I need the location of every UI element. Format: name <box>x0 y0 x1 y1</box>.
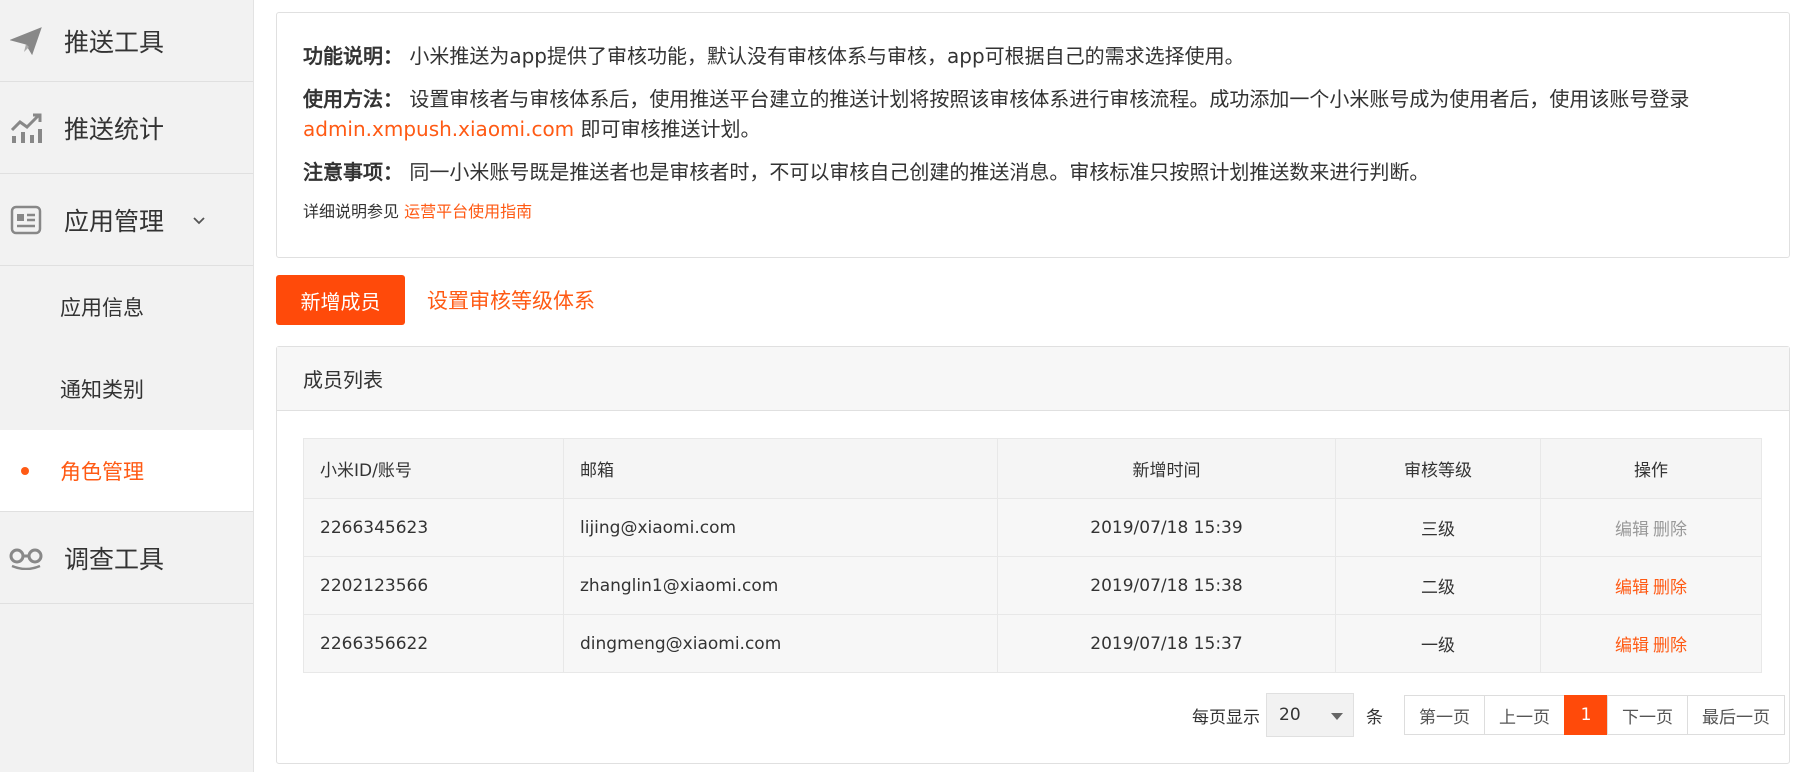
delete-button[interactable]: 删除 <box>1653 578 1687 598</box>
active-dot-icon <box>21 467 29 475</box>
row-actions: 编辑 删除 <box>1540 498 1762 557</box>
info-box: 功能说明： 小米推送为app提供了审核功能，默认没有审核体系与审核，app可根据… <box>276 12 1790 258</box>
member-id: 2266356622 <box>303 614 564 673</box>
nav-label: 推送工具 <box>64 27 165 57</box>
delete-button[interactable]: 删除 <box>1653 636 1687 656</box>
main-content: 功能说明： 小米推送为app提供了审核功能，默认没有审核体系与审核，app可根据… <box>254 0 1793 772</box>
usage-text: 设置审核者与审核体系后，使用推送平台建立的推送计划将按照该审核体系进行审核流程。… <box>409 87 1690 111</box>
sub-label: 通知类别 <box>60 378 144 402</box>
function-title: 功能说明： <box>303 44 403 68</box>
per-page-label: 每页显示 <box>1192 707 1260 728</box>
per-page-value: 20 <box>1279 705 1301 725</box>
add-member-button[interactable]: 新增成员 <box>276 275 405 325</box>
member-list-panel: 成员列表 小米ID/账号 邮箱 新增时间 审核等级 操作 2266345623 … <box>276 346 1790 764</box>
member-id: 2202123566 <box>303 556 564 615</box>
member-added-time: 2019/07/18 15:37 <box>997 614 1336 673</box>
sub-label: 角色管理 <box>60 459 144 484</box>
nav-label: 应用管理 <box>64 206 165 236</box>
survey-icon <box>4 536 48 580</box>
pagination: 每页显示 20 条 第一页 上一页 1 下一页 最后一页 <box>1192 693 1785 737</box>
per-page-unit: 条 <box>1366 707 1383 728</box>
member-level: 一级 <box>1335 614 1541 673</box>
stats-icon <box>4 106 48 150</box>
nav-item-push-tool[interactable]: 推送工具 <box>0 0 253 82</box>
member-email: zhanglin1@xiaomi.com <box>563 556 998 615</box>
detail-prefix: 详细说明参见 <box>303 202 405 221</box>
admin-link[interactable]: admin.xmpush.xiaomi.com <box>303 117 574 141</box>
panel-title: 成员列表 <box>277 347 1789 411</box>
table-row: 2266356622 dingmeng@xiaomi.com 2019/07/1… <box>303 614 1762 673</box>
function-text: 小米推送为app提供了审核功能，默认没有审核体系与审核，app可根据自己的需求选… <box>409 44 1245 68</box>
next-page-button[interactable]: 下一页 <box>1607 695 1688 735</box>
guide-link[interactable]: 运营平台使用指南 <box>404 202 532 221</box>
column-header: 小米ID/账号 <box>303 438 564 499</box>
member-added-time: 2019/07/18 15:38 <box>997 556 1336 615</box>
nav-label: 推送统计 <box>64 114 165 144</box>
usage-tail: 即可审核推送计划。 <box>574 117 761 141</box>
usage-title: 使用方法： <box>303 87 403 111</box>
member-added-time: 2019/07/18 15:39 <box>997 498 1336 557</box>
sidebar: 推送工具 推送统计 应用管理 应用信息 通知类别 角色管理 调查工具 <box>0 0 254 772</box>
table-row: 2202123566 zhanglin1@xiaomi.com 2019/07/… <box>303 556 1762 615</box>
column-header: 邮箱 <box>563 438 998 499</box>
note-text: 同一小米账号既是推送者也是审核者时，不可以审核自己创建的推送消息。审核标准只按照… <box>409 160 1430 184</box>
prev-page-button[interactable]: 上一页 <box>1484 695 1565 735</box>
detail-hint: 详细说明参见 运营平台使用指南 <box>303 198 1763 222</box>
delete-button[interactable]: 删除 <box>1653 520 1687 540</box>
first-page-button[interactable]: 第一页 <box>1404 695 1485 735</box>
dropdown-arrow-icon <box>1331 713 1343 720</box>
nav-item-survey-tool[interactable]: 调查工具 <box>0 512 253 604</box>
nav-item-push-stats[interactable]: 推送统计 <box>0 82 253 174</box>
column-header: 审核等级 <box>1335 438 1541 499</box>
chevron-down-icon <box>192 213 206 227</box>
usage-description: 使用方法： 设置审核者与审核体系后，使用推送平台建立的推送计划将按照该审核体系进… <box>303 84 1763 144</box>
per-page-select[interactable]: 20 <box>1266 693 1354 737</box>
column-header: 新增时间 <box>997 438 1336 499</box>
sub-label: 应用信息 <box>60 296 144 320</box>
nav-label: 调查工具 <box>64 544 165 574</box>
edit-button[interactable]: 编辑 <box>1615 578 1649 598</box>
sidebar-item-app-info[interactable]: 应用信息 <box>0 266 253 348</box>
member-email: lijing@xiaomi.com <box>563 498 998 557</box>
function-description: 功能说明： 小米推送为app提供了审核功能，默认没有审核体系与审核，app可根据… <box>303 41 1763 71</box>
sidebar-item-role-management[interactable]: 角色管理 <box>0 430 253 512</box>
nav-item-app-management[interactable]: 应用管理 <box>0 174 253 266</box>
table-row: 2266345623 lijing@xiaomi.com 2019/07/18 … <box>303 498 1762 557</box>
send-icon <box>4 19 48 63</box>
member-email: dingmeng@xiaomi.com <box>563 614 998 673</box>
last-page-button[interactable]: 最后一页 <box>1687 695 1785 735</box>
member-id: 2266345623 <box>303 498 564 557</box>
app-card-icon <box>4 198 48 242</box>
row-actions: 编辑 删除 <box>1540 614 1762 673</box>
current-page-button[interactable]: 1 <box>1564 695 1608 735</box>
note-title: 注意事项： <box>303 160 403 184</box>
row-actions: 编辑 删除 <box>1540 556 1762 615</box>
edit-button[interactable]: 编辑 <box>1615 636 1649 656</box>
member-level: 二级 <box>1335 556 1541 615</box>
member-table: 小米ID/账号 邮箱 新增时间 审核等级 操作 2266345623 lijin… <box>303 438 1762 673</box>
edit-button[interactable]: 编辑 <box>1615 520 1649 540</box>
sidebar-item-notification-category[interactable]: 通知类别 <box>0 348 253 430</box>
table-header-row: 小米ID/账号 邮箱 新增时间 审核等级 操作 <box>303 438 1762 499</box>
note-description: 注意事项： 同一小米账号既是推送者也是审核者时，不可以审核自己创建的推送消息。审… <box>303 157 1763 187</box>
column-header: 操作 <box>1540 438 1762 499</box>
member-level: 三级 <box>1335 498 1541 557</box>
set-level-system-link[interactable]: 设置审核等级体系 <box>427 285 595 315</box>
